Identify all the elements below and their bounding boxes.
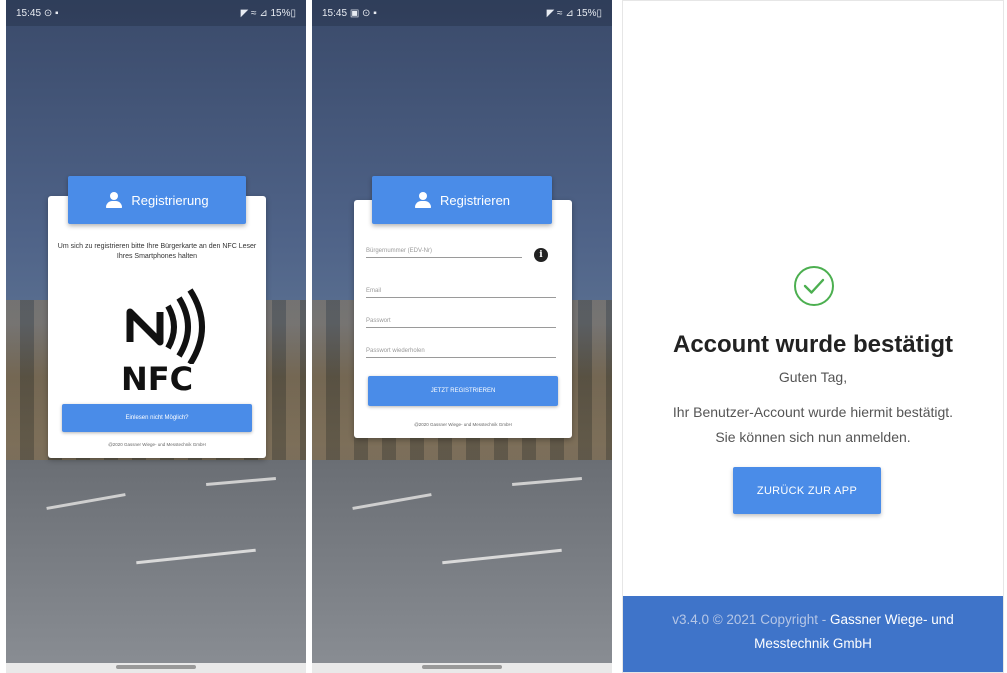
confirmation-text: Ihr Benutzer-Account wurde hiermit bestä… (672, 404, 954, 420)
status-right-icons: ◤ ≈ ⊿ 15%▯ (546, 7, 602, 19)
registration-card: Um sich zu registrieren bitte Ihre Bürge… (48, 196, 266, 458)
instruction-text: Um sich zu registrieren bitte Ihre Bürge… (57, 243, 257, 260)
screen-account-confirmed: Account wurde bestätigt Guten Tag, Ihr B… (622, 0, 1004, 673)
status-bar: 15:45 ⊙ ▪ ◤ ≈ ⊿ 15%▯ (6, 0, 306, 26)
card-header-title: Registrieren (439, 192, 511, 208)
info-icon[interactable]: i (534, 248, 548, 262)
status-left-icons: ▣ ⊙ ▪ (349, 7, 377, 19)
status-right-icons: ◤ ≈ ⊿ 15%▯ (240, 7, 296, 19)
password-field[interactable]: Passwort (366, 308, 556, 328)
read-not-possible-button[interactable]: Einlesen nicht Möglich? (62, 404, 252, 432)
page-title: Account wurde bestätigt (672, 331, 954, 358)
nfc-logo: NFC (48, 284, 266, 404)
status-time: 15:45 (322, 7, 348, 19)
register-now-button[interactable]: JETZT REGISTRIEREN (368, 376, 558, 406)
nfc-waves-icon (126, 288, 205, 366)
gesture-bar[interactable] (6, 663, 306, 673)
status-left-icons: ⊙ ▪ (43, 7, 59, 19)
gesture-bar[interactable] (312, 663, 612, 673)
nfc-label: NFC (120, 360, 194, 398)
footer-company-link-2[interactable]: Messtechnik GmbH (623, 632, 1003, 656)
buergernummer-field[interactable]: Bürgernummer (EDV-Nr) (366, 238, 522, 258)
card-header-title: Registrierung (131, 192, 209, 208)
login-hint-text: Sie können sich nun anmelden. (715, 429, 911, 445)
footer-company-link[interactable]: Gassner Wiege- und (830, 612, 954, 627)
copyright-text: @2020 Gassner Wiege- und Messtechnik Gmb… (108, 442, 206, 447)
copyright-text: @2020 Gassner Wiege- und Messtechnik Gmb… (414, 422, 512, 427)
back-to-app-button[interactable]: ZURÜCK ZUR APP (733, 467, 881, 514)
status-bar: 15:45 ▣ ⊙ ▪ ◤ ≈ ⊿ 15%▯ (312, 0, 612, 26)
password-repeat-field[interactable]: Passwort wiederholen (366, 338, 556, 358)
check-circle-icon (794, 266, 834, 306)
card-header: Registrieren (372, 176, 552, 224)
screen-nfc-registration: 15:45 ⊙ ▪ ◤ ≈ ⊿ 15%▯ Um sich zu registri… (6, 0, 306, 673)
user-icon (105, 191, 123, 209)
status-time: 15:45 (16, 7, 42, 19)
footer-version: v3.4.0 © 2021 Copyright - (672, 612, 827, 627)
email-field[interactable]: Email (366, 278, 556, 298)
greeting-text: Guten Tag, (778, 369, 848, 385)
screen-registration-form: 15:45 ▣ ⊙ ▪ ◤ ≈ ⊿ 15%▯ Bürgernummer (EDV… (312, 0, 612, 673)
card-header: Registrierung (68, 176, 246, 224)
footer: v3.4.0 © 2021 Copyright - Gassner Wiege-… (623, 596, 1003, 672)
user-icon (414, 191, 432, 209)
registration-form-card: Bürgernummer (EDV-Nr) i Email Passwort P… (354, 200, 572, 438)
